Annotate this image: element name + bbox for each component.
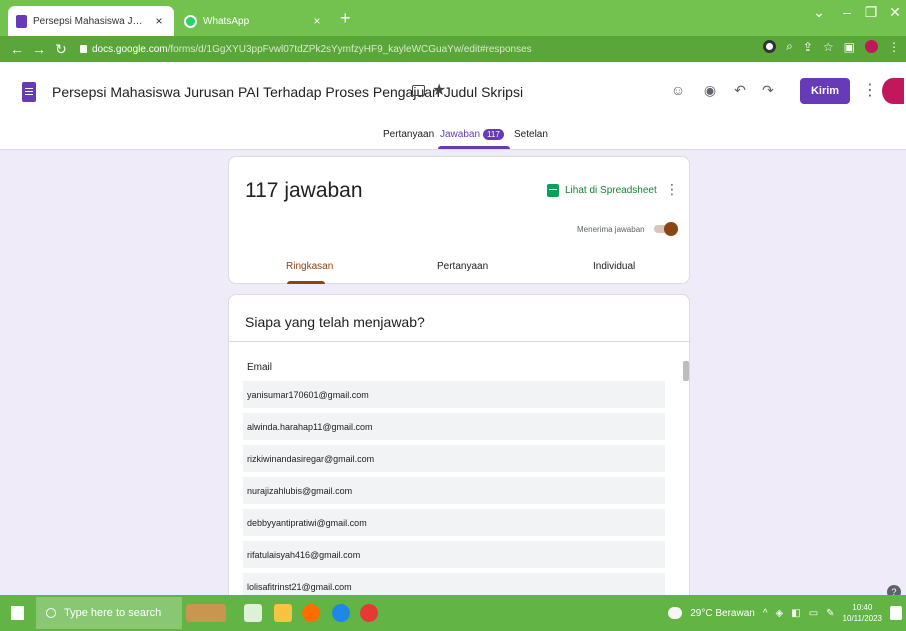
scrollbar[interactable] (683, 361, 689, 381)
search-placeholder: Type here to search (64, 607, 162, 619)
list-item: yanisumar170601@gmail.com (243, 381, 665, 408)
star-icon[interactable]: ★ (432, 80, 446, 100)
tab-title: Persepsi Mahasiswa Jurusan PAI (33, 15, 146, 27)
profile-avatar-icon[interactable] (865, 40, 878, 53)
email-list: yanisumar170601@gmail.com alwinda.haraha… (243, 381, 665, 595)
clock[interactable]: 10:40 10/11/2023 (843, 602, 882, 624)
tab-questions[interactable]: Pertanyaan (383, 129, 434, 140)
restore-icon[interactable]: ❐ (858, 4, 884, 21)
active-subtab-indicator (287, 281, 325, 284)
palette-icon[interactable]: ☺ (668, 82, 688, 98)
url-path: /forms/d/1GgXYU3ppFvwl07tdZPk2sYymfzyHF9… (167, 43, 532, 55)
send-button[interactable]: Kirim (800, 78, 850, 104)
taskbar-search-input[interactable]: Type here to search (36, 597, 182, 629)
whatsapp-icon (184, 14, 197, 28)
list-item: rifatulaisyah416@gmail.com (243, 541, 665, 568)
subtab-individual[interactable]: Individual (593, 261, 635, 272)
avatar[interactable] (882, 78, 904, 104)
responses-content: 117 jawaban Lihat di Spreadsheet ⋮ Mener… (0, 150, 906, 595)
list-item: alwinda.harahap11@gmail.com (243, 413, 665, 440)
close-window-icon[interactable]: ✕ (882, 4, 906, 21)
weather-icon[interactable] (668, 607, 683, 619)
subtab-summary[interactable]: Ringkasan (286, 261, 333, 272)
subtab-questions[interactable]: Pertanyaan (437, 261, 488, 272)
close-tab-icon[interactable]: × (152, 14, 166, 28)
new-tab-button[interactable]: + (340, 8, 351, 29)
tab-responses-label: Jawaban (440, 129, 481, 140)
browser-toolbar: ← → ↻ docs.google.com/forms/d/1GgXYU3ppF… (0, 36, 906, 62)
view-in-sheets-link[interactable]: Lihat di Spreadsheet (547, 184, 657, 197)
tab-responses[interactable]: Jawaban 117 (440, 129, 504, 140)
responses-more-icon[interactable]: ⋮ (665, 181, 679, 198)
tray-chevron-icon[interactable]: ^ (763, 608, 768, 619)
pen-icon[interactable]: ✎ (826, 608, 834, 619)
windows-taskbar: Type here to search 29°C Berawan ^ ◈ ◧ ▭… (0, 595, 906, 631)
minimize-icon[interactable]: – (834, 4, 860, 20)
divider (229, 341, 691, 342)
list-item: debbyyantipratiwi@gmail.com (243, 509, 665, 536)
close-tab-icon[interactable]: × (310, 14, 324, 28)
response-count: 117 jawaban (245, 179, 363, 202)
browser-menu-icon[interactable]: ⋮ (888, 40, 900, 54)
list-item: rizkiwinandasiregar@gmail.com (243, 445, 665, 472)
move-to-folder-icon[interactable] (412, 85, 425, 96)
responders-title: Siapa yang telah menjawab? (245, 314, 425, 330)
clock-date: 10/11/2023 (842, 614, 882, 623)
list-item: nurajizahlubis@gmail.com (243, 477, 665, 504)
address-bar[interactable]: docs.google.com/forms/d/1GgXYU3ppFvwl07t… (80, 39, 740, 59)
browser-tab-strip: Persepsi Mahasiswa Jurusan PAI × WhatsAp… (0, 0, 906, 36)
tab-title: WhatsApp (203, 15, 250, 27)
search-highlight-icon[interactable] (186, 604, 226, 622)
chrome-icon[interactable] (332, 604, 350, 622)
toggle-knob (664, 222, 678, 236)
reload-icon[interactable]: ↻ (50, 41, 72, 58)
weather-text[interactable]: 29°C Berawan (690, 608, 755, 619)
more-options-icon[interactable]: ⋮ (862, 80, 878, 100)
share-icon[interactable]: ⇪ (803, 40, 813, 54)
redo-icon[interactable]: ↷ (758, 82, 778, 99)
url-host: docs.google.com (92, 43, 168, 55)
lock-icon (80, 45, 87, 53)
task-view-icon[interactable] (244, 604, 262, 622)
file-explorer-icon[interactable] (274, 604, 292, 622)
preview-eye-icon[interactable]: ◉ (700, 82, 720, 99)
responses-summary-card: 117 jawaban Lihat di Spreadsheet ⋮ Mener… (228, 156, 690, 284)
search-icon (46, 608, 56, 618)
google-lens-icon[interactable] (763, 40, 777, 53)
form-tabs: Pertanyaan Jawaban 117 Setelan (0, 125, 906, 150)
view-in-sheets-label: Lihat di Spreadsheet (565, 185, 657, 196)
accepting-responses-label: Menerima jawaban (577, 225, 645, 234)
tab-search-icon[interactable]: ⌄ (806, 4, 832, 21)
email-column-header: Email (247, 362, 273, 373)
firefox-icon[interactable] (302, 604, 320, 622)
bookmark-star-icon[interactable]: ☆ (823, 40, 834, 54)
back-icon[interactable]: ← (6, 41, 28, 57)
notification-icon[interactable] (890, 606, 902, 620)
responders-card: Siapa yang telah menjawab? Email yanisum… (228, 294, 691, 595)
volume-icon[interactable]: ◧ (791, 608, 800, 619)
network-icon[interactable]: ◈ (776, 608, 784, 619)
zoom-icon[interactable]: ⌕ (786, 39, 793, 54)
response-count-badge: 117 (483, 129, 504, 140)
clock-time: 10:40 (852, 603, 873, 612)
chrome-app-icon[interactable] (360, 604, 378, 622)
battery-icon[interactable]: ▭ (809, 608, 818, 619)
tab-settings[interactable]: Setelan (514, 129, 548, 140)
form-title[interactable]: Persepsi Mahasiswa Jurusan PAI Terhadap … (52, 84, 523, 100)
forward-icon[interactable]: → (28, 41, 50, 57)
accepting-responses-toggle[interactable] (654, 222, 678, 236)
list-item: lolisafitrinst21@gmail.com (243, 573, 665, 595)
browser-tab-forms[interactable]: Persepsi Mahasiswa Jurusan PAI × (8, 6, 174, 36)
browser-tab-whatsapp[interactable]: WhatsApp × (176, 6, 332, 36)
side-panel-icon[interactable]: ▣ (844, 40, 855, 54)
windows-start-icon[interactable] (10, 606, 24, 620)
google-forms-icon (16, 14, 27, 28)
forms-header: Persepsi Mahasiswa Jurusan PAI Terhadap … (0, 62, 906, 150)
sheets-icon (547, 184, 559, 197)
system-tray: 29°C Berawan ^ ◈ ◧ ▭ ✎ 10:40 10/11/2023 (668, 595, 902, 631)
undo-icon[interactable]: ↶ (730, 82, 750, 99)
google-forms-logo-icon[interactable] (22, 82, 36, 102)
active-tab-indicator (438, 146, 510, 149)
